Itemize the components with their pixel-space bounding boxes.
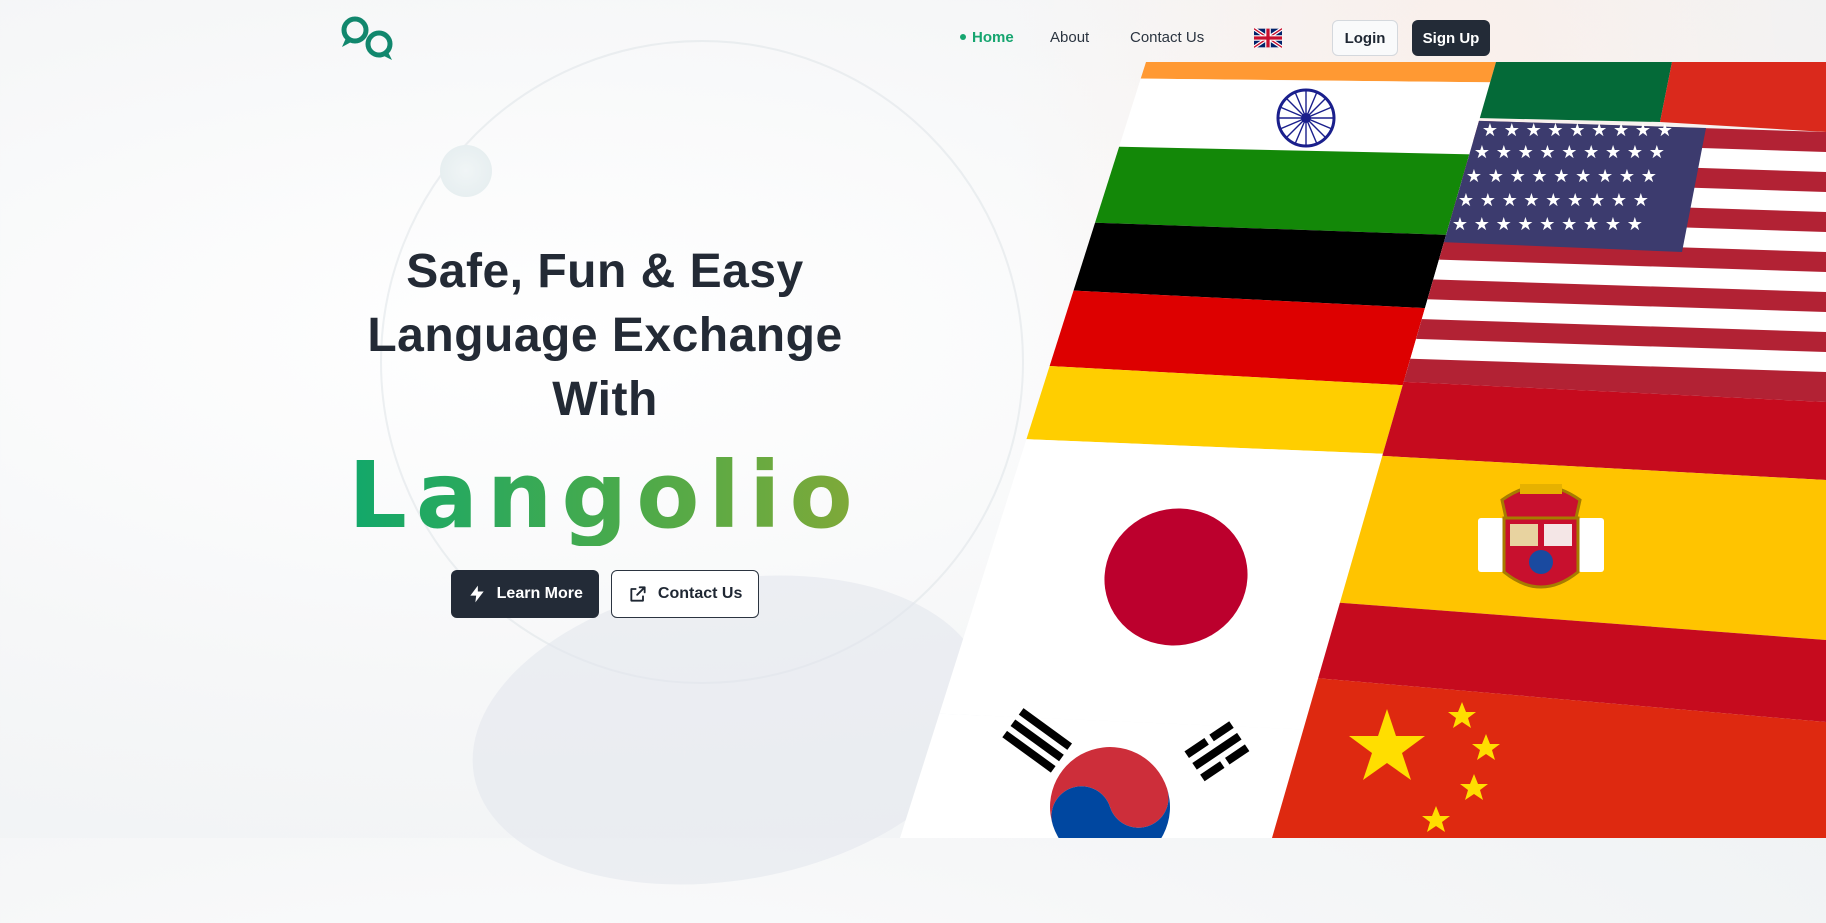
background-bubble: [440, 145, 492, 197]
top-navigation: Home About Contact Us Login Sign Up: [0, 20, 1826, 56]
lightning-icon: [469, 585, 484, 603]
uk-flag-icon[interactable]: [1254, 28, 1282, 48]
svg-text:★ ★ ★ ★ ★ ★ ★ ★ ★ ★: ★ ★ ★ ★ ★ ★ ★ ★ ★ ★: [1460, 120, 1673, 141]
hero-title-line2: Language Exchange: [367, 309, 843, 362]
svg-text:★ ★ ★ ★ ★ ★ ★ ★ ★ ★: ★ ★ ★ ★ ★ ★ ★ ★ ★ ★: [1444, 166, 1657, 187]
nav-home-label: Home: [972, 29, 1014, 46]
nav-about-link[interactable]: About: [1050, 29, 1089, 46]
flags-collage: ★ ★ ★ ★ ★ ★ ★ ★ ★ ★ ★ ★ ★ ★ ★ ★ ★ ★ ★ ★ …: [900, 62, 1826, 838]
active-dot-icon: [960, 34, 966, 41]
hero-title-line1: Safe, Fun & Easy: [406, 245, 804, 298]
nav-contact-link[interactable]: Contact Us: [1130, 29, 1204, 46]
svg-text:★ ★ ★ ★ ★ ★ ★ ★ ★ ★: ★ ★ ★ ★ ★ ★ ★ ★ ★ ★: [1452, 142, 1665, 163]
nav-home-link[interactable]: Home: [960, 29, 1014, 46]
external-link-icon: [630, 586, 646, 602]
hero-buttons: Learn More Contact Us: [310, 570, 900, 618]
contact-us-button[interactable]: Contact Us: [610, 570, 760, 618]
svg-text:★ ★ ★ ★ ★ ★ ★ ★ ★ ★: ★ ★ ★ ★ ★ ★ ★ ★ ★ ★: [1430, 214, 1643, 235]
signup-button[interactable]: Sign Up: [1412, 20, 1490, 56]
learn-more-button[interactable]: Learn More: [450, 570, 599, 618]
login-button[interactable]: Login: [1332, 20, 1398, 56]
contact-us-label: Contact Us: [657, 585, 743, 602]
svg-text:★ ★ ★ ★ ★ ★ ★ ★ ★ ★: ★ ★ ★ ★ ★ ★ ★ ★ ★ ★: [1436, 190, 1649, 211]
learn-more-label: Learn More: [496, 585, 583, 602]
hero-title-line3: With: [552, 373, 658, 426]
hero-title: Safe, Fun & Easy Language Exchange With: [310, 240, 900, 432]
hero-section: Safe, Fun & Easy Language Exchange With …: [310, 240, 900, 618]
brand-name: Langolio: [310, 446, 900, 546]
